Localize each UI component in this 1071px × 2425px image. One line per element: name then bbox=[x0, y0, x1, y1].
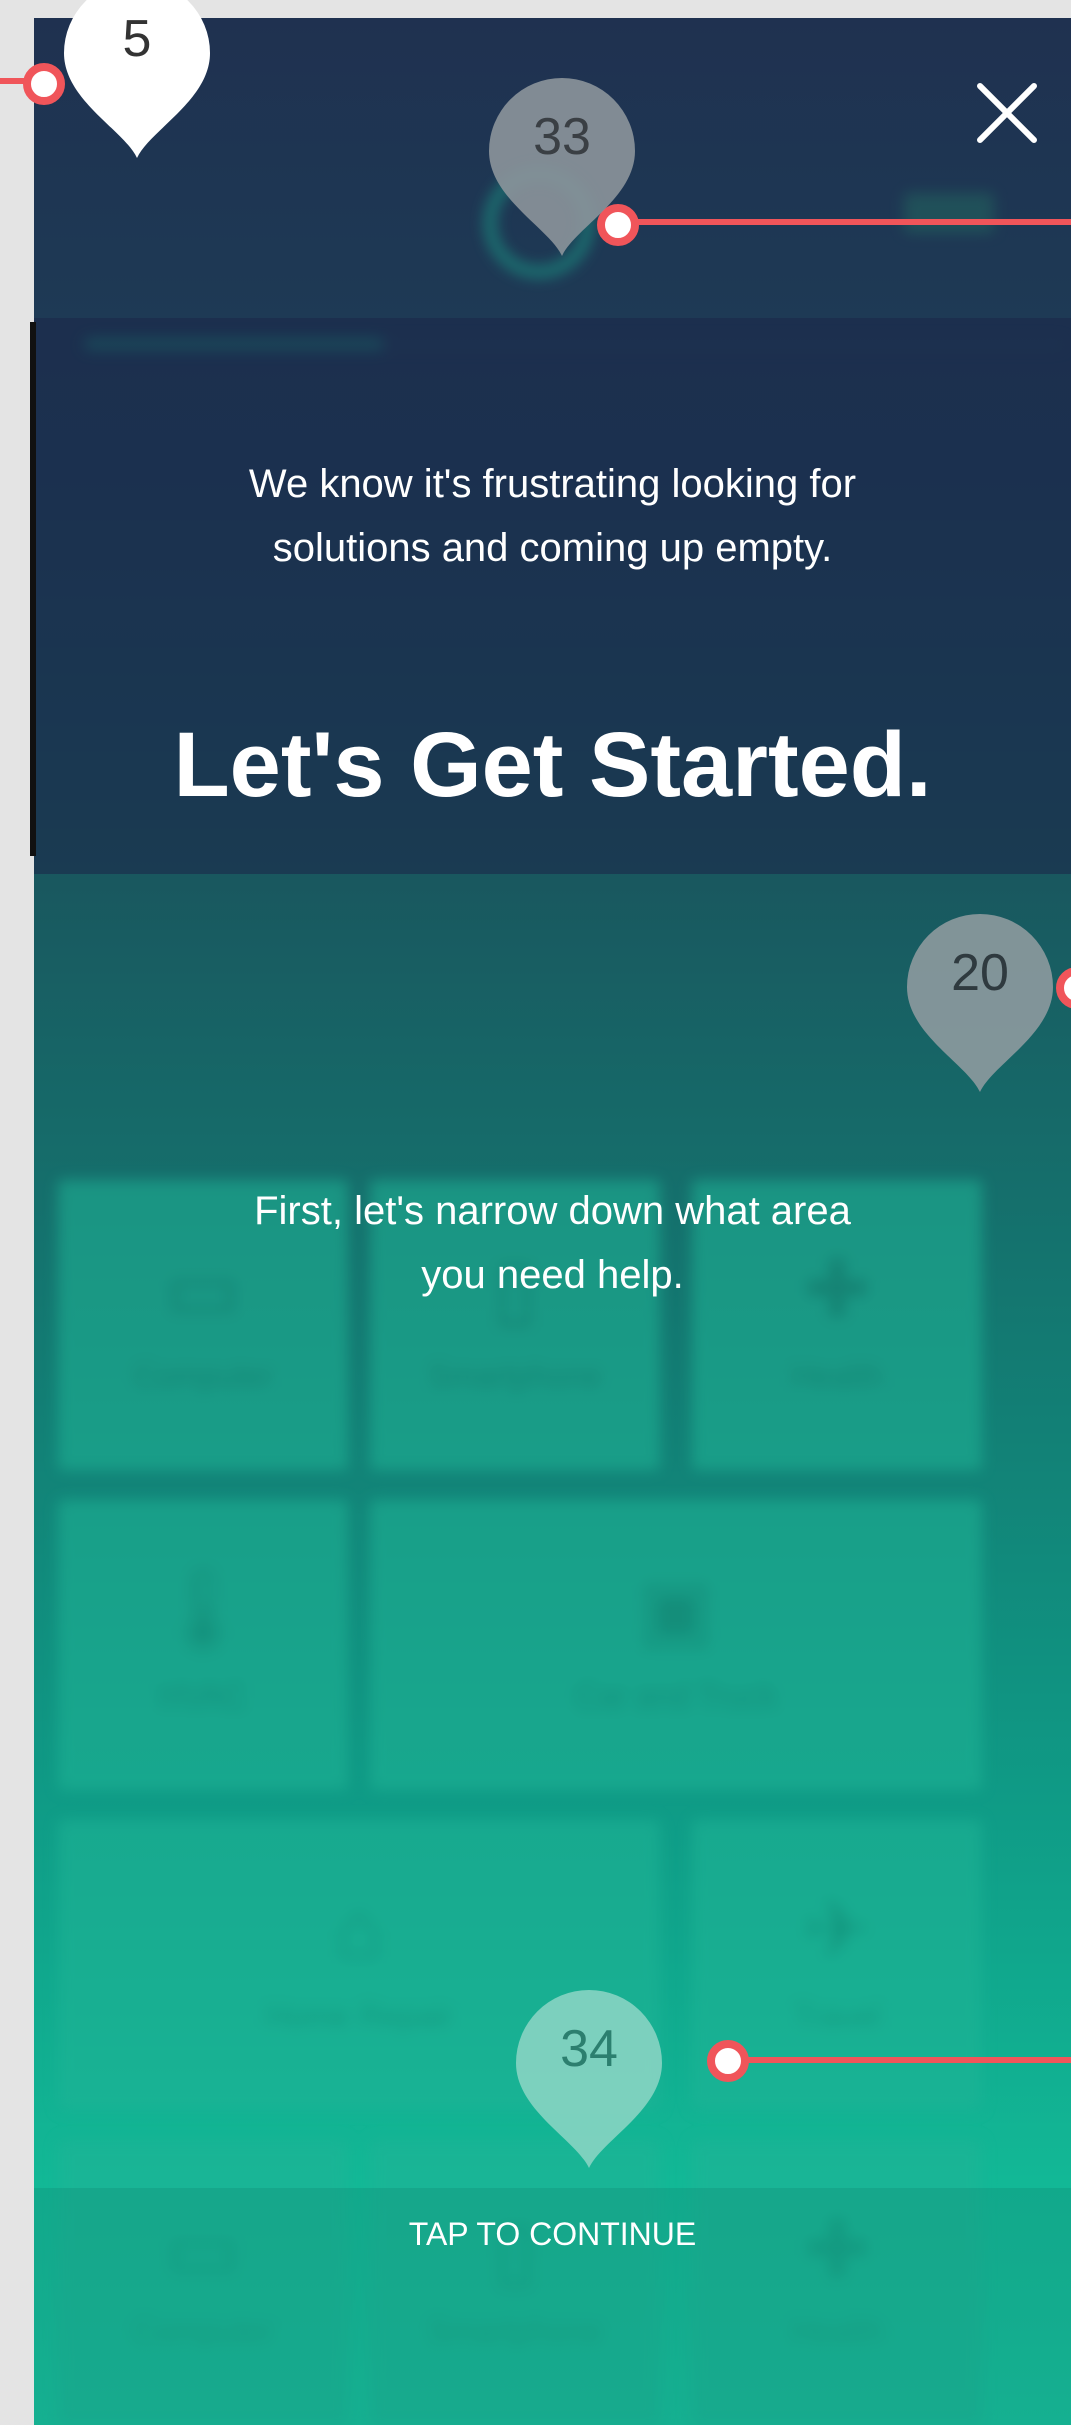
menu-icon bbox=[904, 193, 994, 233]
annotation-dot bbox=[23, 63, 65, 105]
category-label: Health bbox=[790, 1358, 884, 1394]
category-tile: ▣ Car and Truck bbox=[370, 1500, 982, 1790]
category-label: Car and Truck bbox=[575, 1678, 777, 1714]
category-label: Smartphone bbox=[427, 1358, 603, 1394]
tap-to-continue-button[interactable]: TAP TO CONTINUE bbox=[34, 2214, 1071, 2254]
category-label: Computer bbox=[132, 1358, 274, 1394]
annotation-dot bbox=[707, 2040, 749, 2082]
thermometer-icon: 🌡 bbox=[152, 1565, 254, 1654]
annotation-line bbox=[730, 2057, 1071, 2063]
annotation-marker[interactable]: 5 bbox=[64, 0, 210, 160]
annotation-line bbox=[615, 219, 1071, 225]
intro-text: We know it's frustrating looking for sol… bbox=[248, 462, 857, 570]
marker-number: 34 bbox=[560, 2020, 618, 2078]
hint-text: First, let's narrow down what area you n… bbox=[254, 1189, 851, 1297]
category-label: Travel bbox=[793, 1998, 881, 2034]
airplane-icon: ✈ bbox=[803, 1885, 871, 1974]
marker-number: 33 bbox=[533, 108, 591, 166]
page-title: Let's Get Started. bbox=[173, 714, 932, 816]
annotation-marker[interactable]: 20 bbox=[907, 914, 1053, 1094]
house-icon: ⌂ bbox=[334, 1885, 384, 1974]
annotation-marker[interactable]: 34 bbox=[516, 1990, 662, 2170]
marker-number: 20 bbox=[951, 944, 1009, 1002]
close-icon[interactable] bbox=[972, 78, 1042, 148]
annotation-marker[interactable]: 33 bbox=[489, 78, 635, 258]
marker-number: 5 bbox=[122, 10, 152, 68]
category-label: HVAC bbox=[159, 1678, 247, 1714]
artboard-edge-bar bbox=[30, 322, 36, 856]
category-tile: 🌡 HVAC bbox=[58, 1500, 348, 1790]
car-icon: ▣ bbox=[638, 1565, 714, 1654]
